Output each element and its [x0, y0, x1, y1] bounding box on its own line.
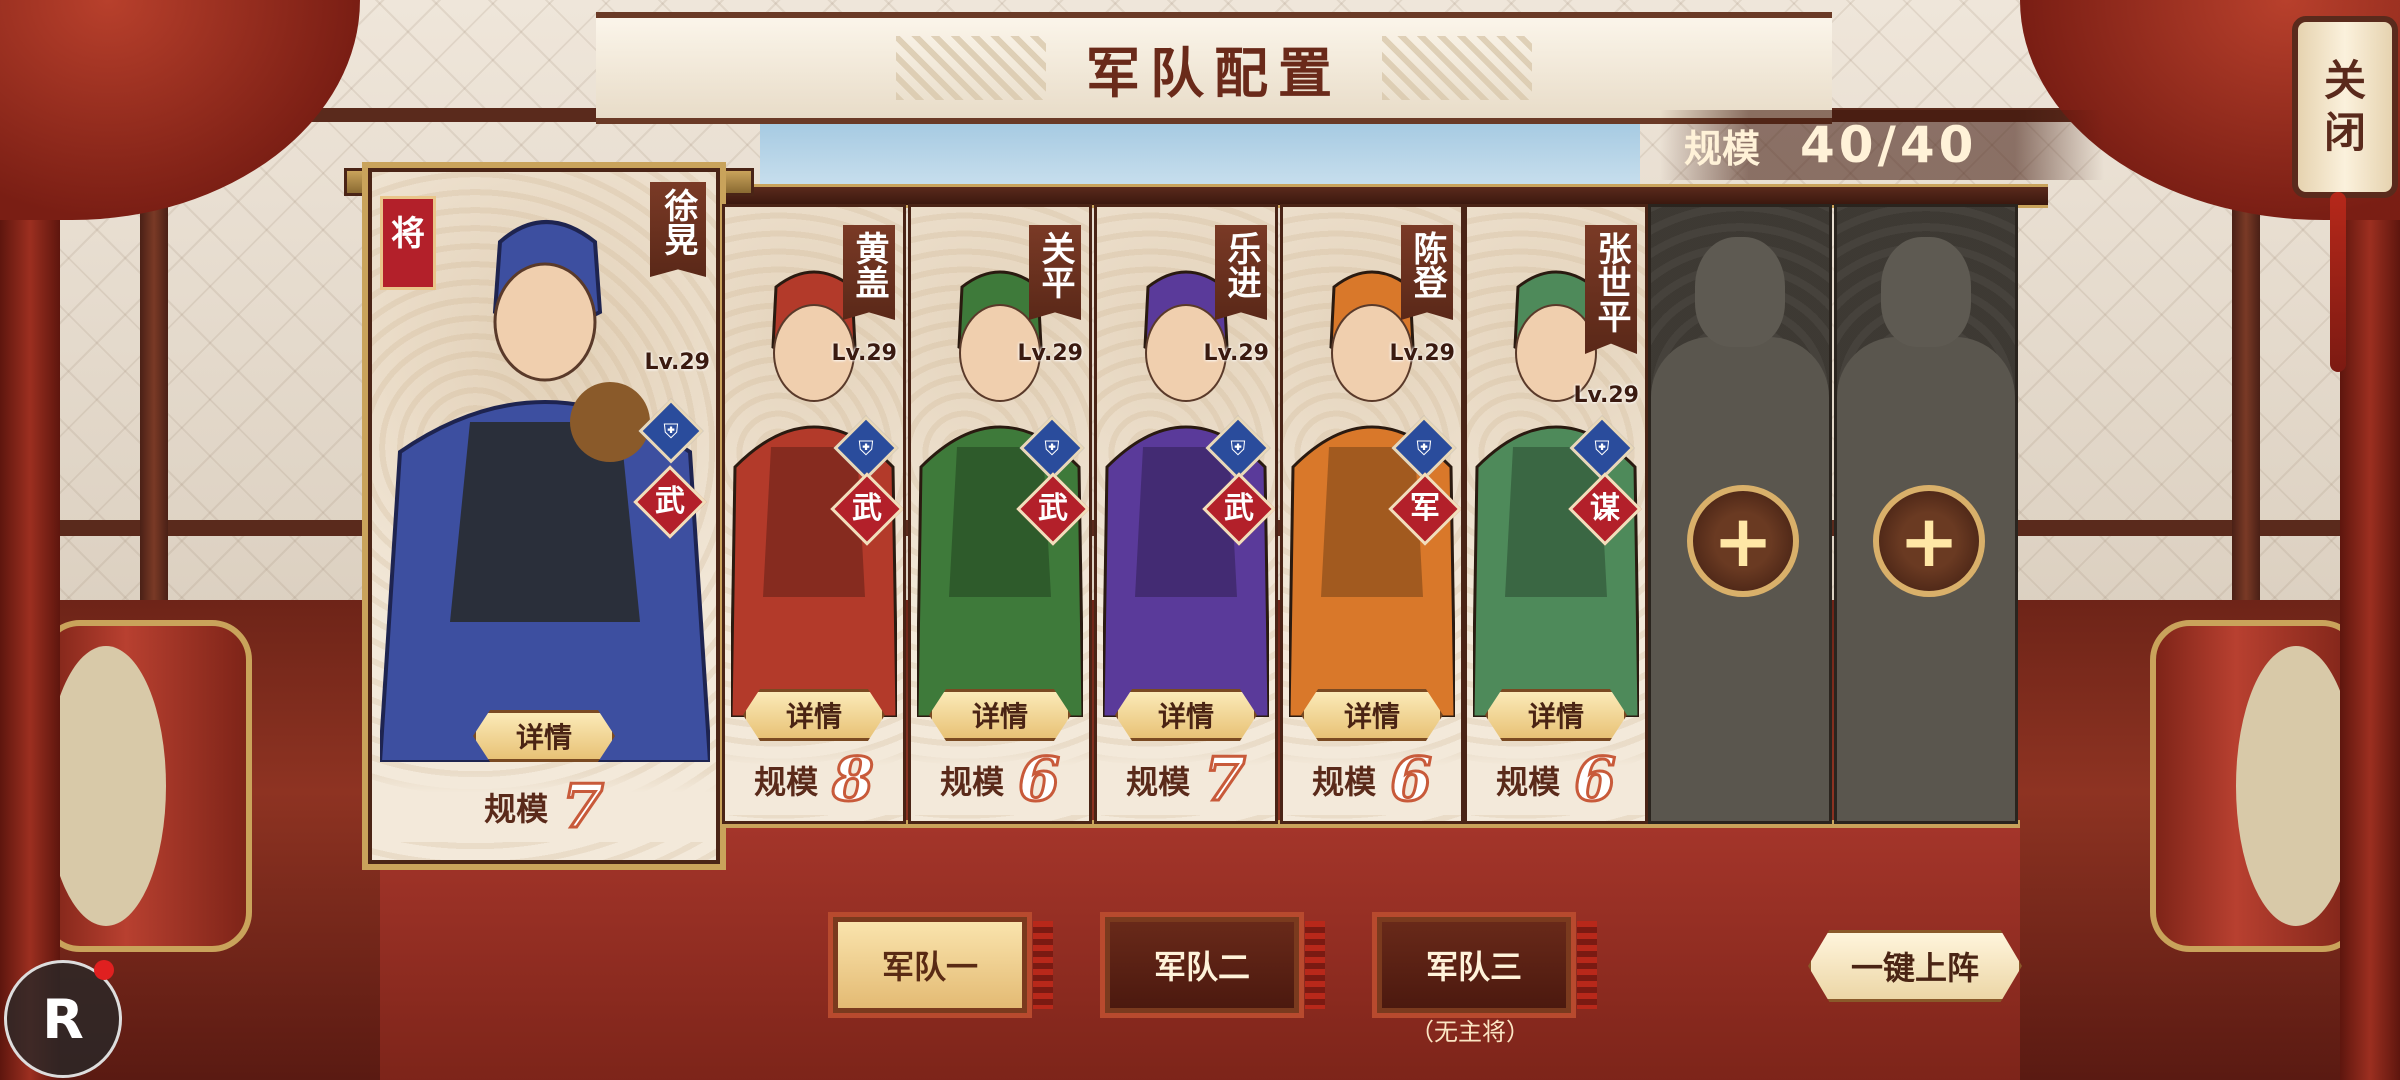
- record-icon: R: [42, 987, 84, 1051]
- total-scale: 规模 40/40: [1660, 110, 2104, 180]
- general-scale-label: 规模: [940, 763, 1005, 801]
- general-scale-value: 8: [831, 744, 876, 817]
- knot-ornament-icon: [1382, 36, 1532, 100]
- general-scale-value: 7: [561, 771, 606, 844]
- general-scale-label: 规模: [1312, 763, 1377, 801]
- general-scale: 规模 7: [372, 771, 716, 844]
- detail-button[interactable]: 详情: [1115, 689, 1257, 741]
- role-label: 谋: [1590, 491, 1620, 526]
- close-label-1: 关: [2323, 56, 2366, 105]
- general-scale-label: 规模: [1126, 763, 1191, 801]
- general-scale-value: 6: [1017, 744, 1062, 817]
- total-scale-label: 规模: [1684, 125, 1761, 171]
- tassel-icon: [2330, 192, 2346, 372]
- general-card[interactable]: 黄盖 Lv.29 ⛨ 武详情规模 8: [722, 204, 906, 824]
- general-name: 陈登: [1407, 231, 1447, 299]
- team-tab-1[interactable]: 军队一: [828, 912, 1053, 1018]
- team-tab-label: 军队一: [881, 948, 978, 986]
- general-scale-label: 规模: [754, 763, 819, 801]
- general-level: Lv.29: [831, 341, 897, 366]
- general-scale: 规模 8: [725, 744, 903, 817]
- general-name-tag: 陈登: [1401, 225, 1453, 320]
- fringe-icon: [1033, 921, 1053, 1009]
- general-level: Lv.29: [1203, 341, 1269, 366]
- general-card[interactable]: 陈登 Lv.29 ⛨ 军详情规模 6: [1280, 204, 1464, 824]
- general-scale-label: 规模: [1496, 763, 1561, 801]
- general-scale-value: 6: [1573, 744, 1618, 817]
- general-name-tag: 张世平: [1585, 225, 1637, 354]
- shield-icon: ⛨: [1044, 436, 1060, 460]
- shield-icon: ⛨: [1230, 436, 1246, 460]
- knot-ornament-icon: [896, 36, 1046, 100]
- general-card[interactable]: 张世平 Lv.29 ⛨ 谋详情规模 6: [1464, 204, 1648, 824]
- shield-icon: ⛨: [1416, 436, 1432, 460]
- add-general-button[interactable]: +: [1873, 485, 1985, 597]
- empty-slot[interactable]: +: [1648, 204, 1832, 824]
- fringe-icon: [1577, 921, 1597, 1009]
- detail-button[interactable]: 详情: [1301, 689, 1443, 741]
- team-tab-label: 军队二: [1153, 948, 1250, 986]
- auto-deploy-button[interactable]: 一键上阵: [1808, 930, 2022, 1002]
- general-name: 乐进: [1221, 231, 1261, 299]
- general-level: Lv.29: [1573, 383, 1639, 408]
- general-name: 徐晃: [658, 188, 698, 256]
- role-label: 武: [1038, 491, 1068, 526]
- general-name-tag: 关平: [1029, 225, 1081, 320]
- shield-icon: ⛨: [663, 419, 679, 443]
- general-level: Lv.29: [1389, 341, 1455, 366]
- war-drum-left: [40, 620, 252, 952]
- detail-button[interactable]: 详情: [929, 689, 1071, 741]
- general-name: 张世平: [1591, 231, 1631, 333]
- title-banner: 军队配置: [596, 12, 1832, 124]
- total-scale-value: 40/40: [1800, 116, 1978, 174]
- page-title: 军队配置: [1086, 40, 1342, 105]
- general-card[interactable]: 乐进 Lv.29 ⛨ 武详情规模 7: [1094, 204, 1278, 824]
- detail-button[interactable]: 详情: [743, 689, 885, 741]
- general-scale: 规模 7: [1097, 744, 1275, 817]
- general-level: Lv.29: [644, 350, 710, 375]
- general-name-tag: 徐晃: [650, 182, 706, 277]
- team-tab-label: 军队三: [1425, 948, 1522, 986]
- team-3-note: （无主将）: [1410, 1018, 1530, 1046]
- general-scale-label: 规模: [484, 790, 549, 828]
- general-scale: 规模 6: [1467, 744, 1645, 817]
- general-name-tag: 黄盖: [843, 225, 895, 320]
- general-scale-value: 6: [1389, 744, 1434, 817]
- shield-icon: ⛨: [858, 436, 874, 460]
- team-tab-2[interactable]: 军队二: [1100, 912, 1325, 1018]
- team-tab-3[interactable]: 军队三: [1372, 912, 1597, 1018]
- detail-button[interactable]: 详情: [473, 710, 615, 762]
- shield-icon: ⛨: [1594, 436, 1610, 460]
- general-scale: 规模 6: [911, 744, 1089, 817]
- close-label-2: 闭: [2323, 108, 2366, 157]
- general-scale-value: 7: [1203, 744, 1248, 817]
- general-name-tag: 乐进: [1215, 225, 1267, 320]
- empty-slot[interactable]: +: [1834, 204, 2018, 824]
- silhouette-head-icon: [1881, 237, 1971, 347]
- leader-flag: 将: [380, 196, 436, 290]
- general-name: 关平: [1035, 231, 1075, 299]
- war-drum-right: [2150, 620, 2362, 952]
- role-label: 武: [852, 491, 882, 526]
- general-scale: 规模 6: [1283, 744, 1461, 817]
- close-button[interactable]: 关 闭: [2292, 16, 2398, 198]
- general-card[interactable]: 关平 Lv.29 ⛨ 武详情规模 6: [908, 204, 1092, 824]
- add-general-button[interactable]: +: [1687, 485, 1799, 597]
- role-label: 军: [1410, 491, 1440, 526]
- role-label: 武: [1224, 491, 1254, 526]
- silhouette-head-icon: [1695, 237, 1785, 347]
- role-label: 武: [655, 484, 685, 519]
- general-name: 黄盖: [849, 231, 889, 299]
- notification-dot: [94, 960, 114, 980]
- fringe-icon: [1305, 921, 1325, 1009]
- general-level: Lv.29: [1017, 341, 1083, 366]
- detail-button[interactable]: 详情: [1485, 689, 1627, 741]
